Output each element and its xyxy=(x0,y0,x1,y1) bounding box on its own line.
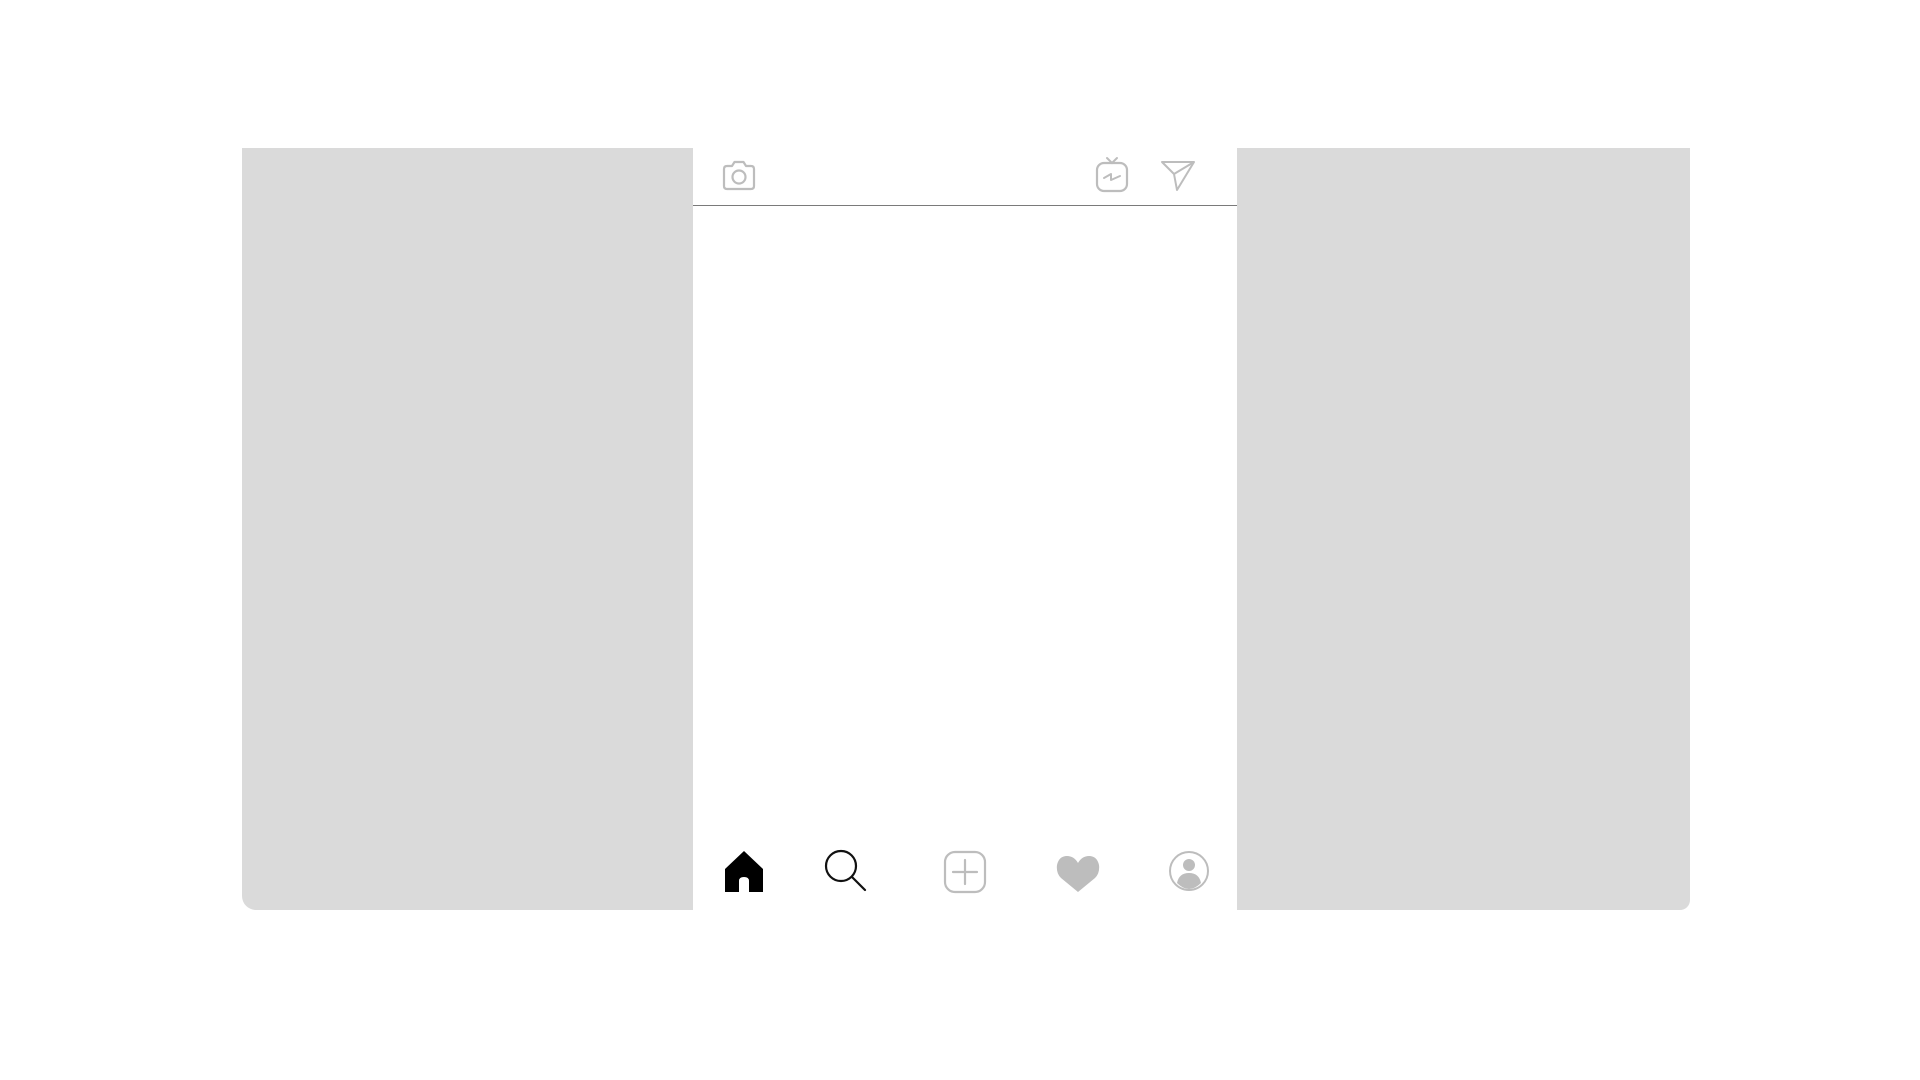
left-side-panel xyxy=(242,148,693,910)
add-post-icon[interactable] xyxy=(943,850,987,894)
camera-icon[interactable] xyxy=(720,157,758,193)
profile-icon[interactable] xyxy=(1168,850,1210,892)
bottom-navigation xyxy=(693,828,1237,910)
heart-icon[interactable] xyxy=(1055,852,1101,894)
igtv-icon[interactable] xyxy=(1094,154,1130,194)
top-bar xyxy=(693,148,1237,206)
direct-message-icon[interactable] xyxy=(1160,157,1196,193)
home-icon[interactable] xyxy=(723,848,765,894)
phone-screen xyxy=(693,148,1237,910)
feed-area[interactable] xyxy=(693,206,1237,828)
search-icon[interactable] xyxy=(823,848,869,894)
right-side-panel xyxy=(1237,148,1690,910)
